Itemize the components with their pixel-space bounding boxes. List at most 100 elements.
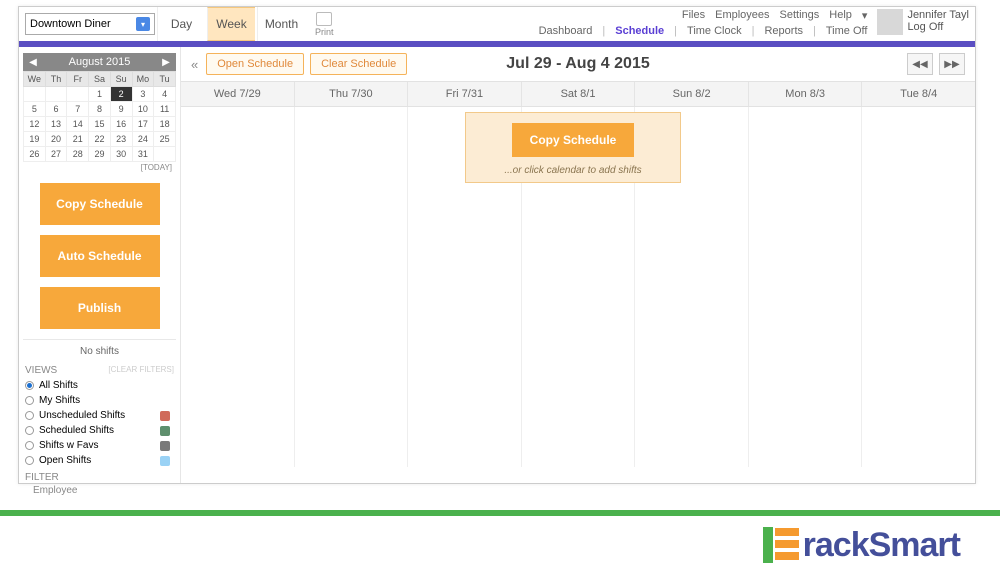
mini-cal-day[interactable]: 4 <box>154 87 176 102</box>
mini-cal-day[interactable]: 28 <box>67 147 89 162</box>
mini-cal-day[interactable]: 20 <box>45 132 67 147</box>
mini-cal-day[interactable]: 26 <box>24 147 46 162</box>
day-column[interactable] <box>181 107 295 467</box>
print-icon <box>316 12 332 26</box>
footer-accent-line <box>0 510 1000 516</box>
nav-reports[interactable]: Reports <box>764 25 803 37</box>
mini-cal-day[interactable]: 30 <box>110 147 132 162</box>
day-header[interactable]: Thu 7/30 <box>295 82 409 106</box>
mini-cal-day[interactable]: 13 <box>45 117 67 132</box>
day-header[interactable]: Tue 8/4 <box>862 82 975 106</box>
day-header[interactable]: Fri 7/31 <box>408 82 522 106</box>
mini-cal-day[interactable]: 29 <box>89 147 111 162</box>
mini-cal-day[interactable]: 6 <box>45 102 67 117</box>
day-header[interactable]: Mon 8/3 <box>749 82 863 106</box>
view-option[interactable]: Open Shifts <box>23 455 176 466</box>
mini-cal-day[interactable]: 9 <box>110 102 132 117</box>
view-week[interactable]: Week <box>207 7 255 41</box>
radio-icon <box>25 381 34 390</box>
mini-cal-day[interactable]: 25 <box>154 132 176 147</box>
mini-cal-prev[interactable]: ◀ <box>26 55 40 69</box>
mini-cal-next[interactable]: ▶ <box>159 55 173 69</box>
mini-cal-day[interactable]: 14 <box>67 117 89 132</box>
caret-down-icon: ▾ <box>862 9 868 22</box>
nav-dashboard[interactable]: Dashboard <box>539 25 593 37</box>
mini-cal-day[interactable]: 11 <box>154 102 176 117</box>
link-settings[interactable]: Settings <box>780 9 820 22</box>
avatar[interactable] <box>877 9 903 35</box>
mini-cal-header: ◀ August 2015 ▶ <box>23 53 176 71</box>
mini-cal-day[interactable]: 12 <box>24 117 46 132</box>
view-day[interactable]: Day <box>157 7 205 41</box>
brand-text: rackSmart <box>803 526 960 565</box>
day-header[interactable]: Sun 8/2 <box>635 82 749 106</box>
next-week[interactable]: ▶▶ <box>939 53 965 75</box>
mini-cal-day[interactable]: 27 <box>45 147 67 162</box>
callout-hint: ...or click calendar to add shifts <box>474 165 672 176</box>
mini-cal-day[interactable]: 1 <box>89 87 111 102</box>
mini-cal-day[interactable]: 23 <box>110 132 132 147</box>
print-button[interactable]: Print <box>315 12 334 37</box>
day-column[interactable] <box>295 107 409 467</box>
mini-calendar[interactable]: WeThFrSaSuMoTu 1234567891011121314151617… <box>23 71 176 162</box>
auto-schedule-button[interactable]: Auto Schedule <box>40 235 160 277</box>
day-column[interactable] <box>862 107 975 467</box>
radio-icon <box>25 411 34 420</box>
mini-cal-day[interactable]: 17 <box>132 117 154 132</box>
today-button[interactable]: [TODAY] <box>23 162 176 173</box>
nav-time-clock[interactable]: Time Clock <box>687 25 742 37</box>
status-chip-icon <box>160 426 170 436</box>
nav-time-off[interactable]: Time Off <box>826 25 868 37</box>
filter-employee[interactable]: Employee <box>23 483 176 498</box>
view-option[interactable]: All Shifts <box>23 380 176 391</box>
mini-cal-day[interactable]: 15 <box>89 117 111 132</box>
mini-cal-day[interactable]: 31 <box>132 147 154 162</box>
day-header[interactable]: Wed 7/29 <box>181 82 295 106</box>
view-option[interactable]: Scheduled Shifts <box>23 425 176 436</box>
no-shifts-label: No shifts <box>23 339 176 357</box>
views-heading: VIEWS <box>25 365 57 376</box>
mini-cal-day[interactable]: 24 <box>132 132 154 147</box>
mini-cal-day[interactable]: 7 <box>67 102 89 117</box>
mini-cal-day[interactable]: 3 <box>132 87 154 102</box>
mini-cal-day[interactable]: 8 <box>89 102 111 117</box>
copy-schedule-button[interactable]: Copy Schedule <box>40 183 160 225</box>
radio-icon <box>25 396 34 405</box>
radio-icon <box>25 426 34 435</box>
chevron-down-icon: ▾ <box>136 17 150 31</box>
mini-cal-day[interactable]: 19 <box>24 132 46 147</box>
mini-cal-day[interactable]: 10 <box>132 102 154 117</box>
clear-schedule-button[interactable]: Clear Schedule <box>310 53 407 75</box>
mini-cal-day[interactable]: 5 <box>24 102 46 117</box>
status-chip-icon <box>160 411 170 421</box>
link-employees[interactable]: Employees <box>715 9 769 22</box>
logoff-link[interactable]: Log Off <box>907 21 969 33</box>
mini-cal-day <box>45 87 67 102</box>
callout-copy-button[interactable]: Copy Schedule <box>512 123 635 157</box>
view-option[interactable]: My Shifts <box>23 395 176 406</box>
view-month[interactable]: Month <box>257 7 305 41</box>
prev-week[interactable]: ◀◀ <box>907 53 933 75</box>
open-schedule-button[interactable]: Open Schedule <box>206 53 304 75</box>
link-files[interactable]: Files <box>682 9 705 22</box>
view-option[interactable]: Unscheduled Shifts <box>23 410 176 421</box>
link-help[interactable]: Help <box>829 9 852 22</box>
mini-cal-day[interactable]: 16 <box>110 117 132 132</box>
mini-cal-day[interactable]: 2 <box>110 87 132 102</box>
nav-schedule[interactable]: Schedule <box>615 25 664 37</box>
clear-filters[interactable]: [CLEAR FILTERS] <box>108 365 174 376</box>
mini-cal-day[interactable]: 21 <box>67 132 89 147</box>
mini-cal-day <box>154 147 176 162</box>
publish-button[interactable]: Publish <box>40 287 160 329</box>
user-name: Jennifer Tayl <box>907 9 969 21</box>
collapse-sidebar-icon[interactable]: « <box>189 57 200 72</box>
main-nav: Dashboard| Schedule| Time Clock| Reports… <box>539 25 868 37</box>
sidebar: ◀ August 2015 ▶ WeThFrSaSuMoTu 123456789… <box>19 47 181 483</box>
location-select[interactable]: Downtown Diner ▾ <box>25 13 155 35</box>
mini-cal-day[interactable]: 18 <box>154 117 176 132</box>
day-header[interactable]: Sat 8/1 <box>522 82 636 106</box>
mini-cal-day <box>67 87 89 102</box>
view-option[interactable]: Shifts w Favs <box>23 440 176 451</box>
day-column[interactable] <box>749 107 863 467</box>
mini-cal-day[interactable]: 22 <box>89 132 111 147</box>
